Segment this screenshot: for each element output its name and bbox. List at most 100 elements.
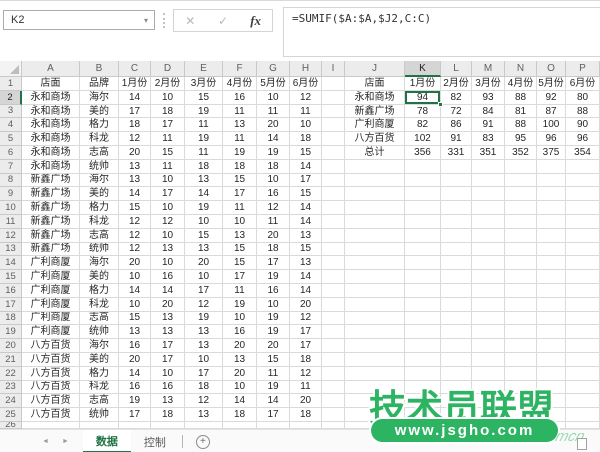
cell-P23[interactable] [566,381,600,395]
cell-I1[interactable] [322,77,345,91]
cell-F3[interactable]: 11 [223,105,257,119]
cell-N17[interactable] [505,298,537,312]
cell-M7[interactable] [472,160,505,174]
cell-C4[interactable]: 18 [119,118,151,132]
column-header-F[interactable]: F [223,61,257,77]
cell-J3[interactable]: 新鑫广场 [345,105,405,119]
cell-L17[interactable] [441,298,472,312]
cell-A10[interactable]: 新鑫广场 [22,201,80,215]
cell-J8[interactable] [345,174,405,188]
cell-H14[interactable]: 13 [290,256,322,270]
cell-L6[interactable]: 331 [441,146,472,160]
cell-F15[interactable]: 17 [223,270,257,284]
cell-B15[interactable]: 美的 [80,270,119,284]
cell-B11[interactable]: 科龙 [80,215,119,229]
cell-H1[interactable]: 6月份 [290,77,322,91]
cell-O22[interactable] [537,367,566,381]
cell-K17[interactable] [405,298,441,312]
cell-G4[interactable]: 20 [257,118,290,132]
cell-P7[interactable] [566,160,600,174]
cell-P26[interactable] [566,422,600,429]
cell-G11[interactable]: 11 [257,215,290,229]
cell-C13[interactable]: 12 [119,243,151,257]
cell-F22[interactable]: 20 [223,367,257,381]
cell-C8[interactable]: 13 [119,174,151,188]
cell-A23[interactable]: 八方百货 [22,381,80,395]
cell-H18[interactable]: 12 [290,312,322,326]
cell-I13[interactable] [322,243,345,257]
cell-O26[interactable] [537,422,566,429]
cell-B12[interactable]: 志高 [80,229,119,243]
cell-P3[interactable]: 88 [566,105,600,119]
row-header-7[interactable]: 7 [0,160,22,174]
cell-E17[interactable]: 12 [185,298,223,312]
cell-C26[interactable] [119,422,151,429]
tab-scroll-left-icon[interactable]: ◄ [42,438,49,445]
cell-A26[interactable] [22,422,80,429]
cell-M6[interactable]: 351 [472,146,505,160]
cell-O1[interactable]: 5月份 [537,77,566,91]
cell-N22[interactable] [505,367,537,381]
cell-O19[interactable] [537,325,566,339]
cell-K6[interactable]: 356 [405,146,441,160]
cell-O17[interactable] [537,298,566,312]
cell-M25[interactable] [472,408,505,422]
cell-O4[interactable]: 100 [537,118,566,132]
cell-E5[interactable]: 19 [185,132,223,146]
cell-D8[interactable]: 10 [151,174,185,188]
column-header-O[interactable]: O [537,61,566,77]
cell-J16[interactable] [345,284,405,298]
cell-B4[interactable]: 格力 [80,118,119,132]
cell-D24[interactable]: 13 [151,394,185,408]
cell-I18[interactable] [322,312,345,326]
row-header-11[interactable]: 11 [0,215,22,229]
cell-D26[interactable] [151,422,185,429]
cell-L13[interactable] [441,243,472,257]
cell-I23[interactable] [322,381,345,395]
cell-D2[interactable]: 10 [151,91,185,105]
cell-N6[interactable]: 352 [505,146,537,160]
row-header-26[interactable]: 26 [0,422,22,429]
cell-J12[interactable] [345,229,405,243]
cancel-icon[interactable]: ✕ [175,14,205,28]
cell-I17[interactable] [322,298,345,312]
cell-J23[interactable] [345,381,405,395]
cell-L18[interactable] [441,312,472,326]
cell-B19[interactable]: 统帅 [80,325,119,339]
cell-B26[interactable] [80,422,119,429]
cell-K11[interactable] [405,215,441,229]
cell-P16[interactable] [566,284,600,298]
cell-H26[interactable] [290,422,322,429]
cell-C12[interactable]: 12 [119,229,151,243]
cell-D5[interactable]: 11 [151,132,185,146]
cell-D7[interactable]: 11 [151,160,185,174]
cell-N9[interactable] [505,187,537,201]
cell-L10[interactable] [441,201,472,215]
cell-A21[interactable]: 八方百货 [22,353,80,367]
cell-E7[interactable]: 18 [185,160,223,174]
column-header-P[interactable]: P [566,61,600,77]
cell-K8[interactable] [405,174,441,188]
cell-H7[interactable]: 14 [290,160,322,174]
cell-F25[interactable]: 18 [223,408,257,422]
cell-L19[interactable] [441,325,472,339]
cell-K23[interactable] [405,381,441,395]
cell-H19[interactable]: 17 [290,325,322,339]
cell-G10[interactable]: 12 [257,201,290,215]
cell-H5[interactable]: 18 [290,132,322,146]
cell-I16[interactable] [322,284,345,298]
sheet-tab-control[interactable]: 控制 [131,430,179,452]
cell-N13[interactable] [505,243,537,257]
cell-L20[interactable] [441,339,472,353]
cell-C2[interactable]: 14 [119,91,151,105]
cell-N25[interactable] [505,408,537,422]
cell-M14[interactable] [472,256,505,270]
cell-O16[interactable] [537,284,566,298]
cell-H23[interactable]: 11 [290,381,322,395]
cell-K13[interactable] [405,243,441,257]
cell-B6[interactable]: 志高 [80,146,119,160]
cell-H25[interactable]: 18 [290,408,322,422]
cell-F13[interactable]: 15 [223,243,257,257]
cell-M16[interactable] [472,284,505,298]
cell-E24[interactable]: 12 [185,394,223,408]
